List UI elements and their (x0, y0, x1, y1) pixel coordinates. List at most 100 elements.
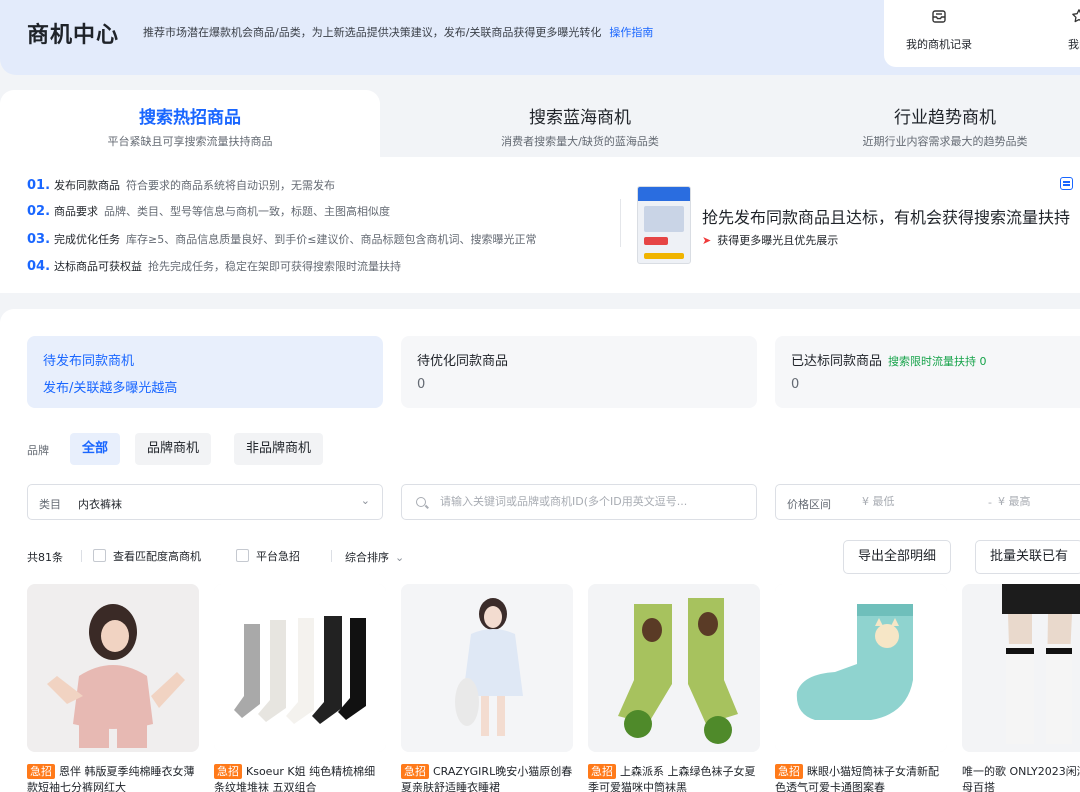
header-actions: 我的商机记录 我的 (884, 0, 1080, 67)
sort-dropdown[interactable]: 综合排序 ⌄ (345, 549, 404, 565)
step-text: 品牌、类目、型号等信息与商机一致，标题、主图高相似度 (104, 205, 391, 218)
my-opportunity-records-label: 我的商机记录 (906, 38, 972, 51)
description-text: 推荐市场潜在爆款机会商品/品类，为上新选品提供决策建议，发布/关联商品获得更多曝… (143, 26, 602, 39)
brand-option-non-brand[interactable]: 非品牌商机 (234, 433, 324, 465)
stat-pending-optimize[interactable]: 待优化同款商品 0 (401, 336, 757, 408)
promo-title: 抢先发布同款商品且达标，有机会获得搜索流量扶持 (702, 208, 1071, 227)
tab-title: 搜索蓝海商机 (529, 108, 631, 128)
tab-title: 行业趋势商机 (894, 108, 996, 128)
my-opportunity-records-button[interactable]: 我的商机记录 (894, 8, 984, 52)
rules-panel: 01. 发布同款商品 符合要求的商品系统将自动识别，无需发布 02. 商品要求 品牌、类… (0, 157, 1080, 293)
document-icon[interactable] (1060, 177, 1073, 190)
category-value: 内衣裤袜 (78, 498, 122, 511)
tab-subtitle: 消费者搜索量大/缺货的蓝海品类 (501, 135, 659, 148)
divider (620, 199, 621, 247)
chevron-down-icon: ⌄ (360, 494, 370, 507)
price-min-input[interactable] (862, 495, 962, 508)
stat-value: 0 (417, 377, 426, 392)
guide-link[interactable]: 操作指南 (609, 26, 653, 39)
checkbox-label: 平台急招 (256, 550, 300, 563)
sort-label: 综合排序 (345, 551, 389, 564)
step-number: 02. (27, 204, 51, 219)
tab-subtitle: 近期行业内容需求最大的趋势品类 (862, 135, 1028, 148)
product-card[interactable]: 急招 CRAZYGIRL晚安小猫原创春夏亲肤舒适睡衣睡裙 (401, 584, 573, 792)
stat-title-row: 已达标同款商品 搜索限时流量扶持 0 (791, 350, 1079, 369)
export-all-button[interactable]: 导出全部明细 (843, 540, 952, 574)
checkbox[interactable] (93, 549, 106, 562)
product-title: 唯一的歌 ONLY2023闲潮流拼色字母百搭 (962, 765, 1080, 792)
price-dash: - (988, 496, 992, 509)
checkbox-urgent[interactable]: 平台急招 (236, 548, 300, 564)
product-card[interactable]: 急招 Ksoeur K姐 纯色精梳棉细条纹堆堆袜 五双组合 (214, 584, 386, 792)
stat-value: 发布/关联越多曝光越高 (43, 381, 178, 396)
tab-subtitle: 平台紧缺且可享搜索流量扶持商品 (107, 135, 273, 148)
my-favorites-label: 我的 (1068, 38, 1080, 51)
checkbox-high-match[interactable]: 查看匹配度高商机 (93, 548, 201, 564)
search-box (401, 484, 757, 520)
chevron-down-icon: ⌄ (395, 551, 405, 564)
promo-subtitle: ➤ 获得更多曝光且优先展示 (702, 232, 838, 248)
category-select[interactable]: 类目 内衣裤袜 ⌄ (27, 484, 383, 520)
step-key: 发布同款商品 (54, 179, 121, 192)
price-max-input[interactable] (998, 495, 1080, 508)
brand-option-brand[interactable]: 品牌商机 (135, 433, 212, 465)
my-favorites-button[interactable]: 我的 (1034, 8, 1080, 52)
product-image[interactable] (401, 584, 573, 752)
checkbox-label: 查看匹配度高商机 (113, 550, 201, 563)
stat-qualified[interactable]: 已达标同款商品 搜索限时流量扶持 0 0 (775, 336, 1080, 408)
product-image[interactable] (214, 584, 386, 752)
search-icon (416, 497, 426, 507)
result-count: 共81条 (27, 551, 63, 564)
thumb-header (638, 187, 690, 201)
urgent-badge: 急招 (214, 764, 242, 779)
step-number: 01. (27, 178, 51, 193)
page-header: 商机中心 推荐市场潜在爆款机会商品/品类，为上新选品提供决策建议，发布/关联商品… (0, 0, 1080, 75)
promo-thumbnail[interactable] (637, 186, 691, 264)
fire-icon: ➤ (702, 234, 712, 247)
price-range: 价格区间 - (775, 484, 1080, 520)
brand-label: 品牌 (27, 444, 49, 457)
step-item: 03. 完成优化任务 库存≥5、商品信息质量良好、到手价≤建议价、商品标题包含商机词… (27, 231, 536, 247)
search-input[interactable] (440, 495, 750, 508)
thumb-badge (644, 237, 668, 245)
product-name: 急招 眯眼小猫短筒袜子女清新配色透气可爱卡通图案春 (775, 764, 947, 792)
divider (81, 550, 82, 562)
tab-search-hot[interactable]: 搜索热招商品 平台紧缺且可享搜索流量扶持商品 (0, 90, 380, 157)
checkbox[interactable] (236, 549, 249, 562)
step-key: 完成优化任务 (54, 233, 121, 246)
product-card[interactable]: 急招 恩伴 韩版夏季纯棉睡衣女薄款短袖七分裤网红大 (27, 584, 199, 792)
thumb-footer (644, 253, 684, 259)
stat-title: 已达标同款商品 (791, 354, 883, 369)
step-item: 04. 达标商品可获权益 抢先完成任务，稳定在架即可获得搜索限时流量扶持 (27, 258, 401, 274)
product-image[interactable] (775, 584, 947, 752)
tab-title: 搜索热招商品 (139, 108, 241, 128)
inbox-icon (894, 8, 984, 30)
price-label: 价格区间 (787, 498, 831, 511)
product-image[interactable] (588, 584, 760, 752)
promo-subtitle-text: 获得更多曝光且优先展示 (717, 234, 839, 247)
product-card[interactable]: 急招 上森派系 上森绿色袜子女夏季可爱猫咪中筒袜黑 (588, 584, 760, 792)
opportunity-tabs: 搜索热招商品 平台紧缺且可享搜索流量扶持商品 搜索蓝海商机 消费者搜索量大/缺货… (0, 90, 1080, 157)
stat-value: 0 (791, 377, 800, 392)
tab-industry-trend[interactable]: 行业趋势商机 近期行业内容需求最大的趋势品类 (780, 90, 1080, 157)
list-toolbar: 共81条 查看匹配度高商机 平台急招 综合排序 ⌄ 导出全部明细 批量关联已有 (27, 540, 1080, 574)
opportunity-list-panel: 待发布同款商机 发布/关联越多曝光越高 待优化同款商品 0 已达标同款商品 搜索限… (0, 309, 1080, 792)
product-card[interactable]: 急招 眯眼小猫短筒袜子女清新配色透气可爱卡通图案春 (775, 584, 947, 792)
product-name: 急招 恩伴 韩版夏季纯棉睡衣女薄款短袖七分裤网红大 (27, 764, 199, 792)
stat-tag: 搜索限时流量扶持 0 (888, 355, 987, 368)
step-item: 01. 发布同款商品 符合要求的商品系统将自动识别，无需发布 (27, 177, 335, 193)
stat-title: 待优化同款商品 (417, 354, 509, 369)
category-label: 类目 (39, 498, 61, 511)
product-image[interactable] (27, 584, 199, 752)
product-image[interactable] (962, 584, 1080, 752)
brand-option-all[interactable]: 全部 (70, 433, 121, 465)
step-text: 符合要求的商品系统将自动识别，无需发布 (126, 179, 336, 192)
step-key: 达标商品可获权益 (54, 260, 143, 273)
stat-pending-publish[interactable]: 待发布同款商机 发布/关联越多曝光越高 (27, 336, 383, 408)
product-name: 急招 Ksoeur K姐 纯色精梳棉细条纹堆堆袜 五双组合 (214, 764, 386, 792)
product-card[interactable]: 唯一的歌 ONLY2023闲潮流拼色字母百搭 (962, 584, 1080, 792)
page-title: 商机中心 (27, 23, 120, 48)
batch-link-button[interactable]: 批量关联已有 (975, 540, 1080, 574)
tab-blue-ocean[interactable]: 搜索蓝海商机 消费者搜索量大/缺货的蓝海品类 (390, 90, 770, 157)
step-number: 03. (27, 232, 51, 247)
